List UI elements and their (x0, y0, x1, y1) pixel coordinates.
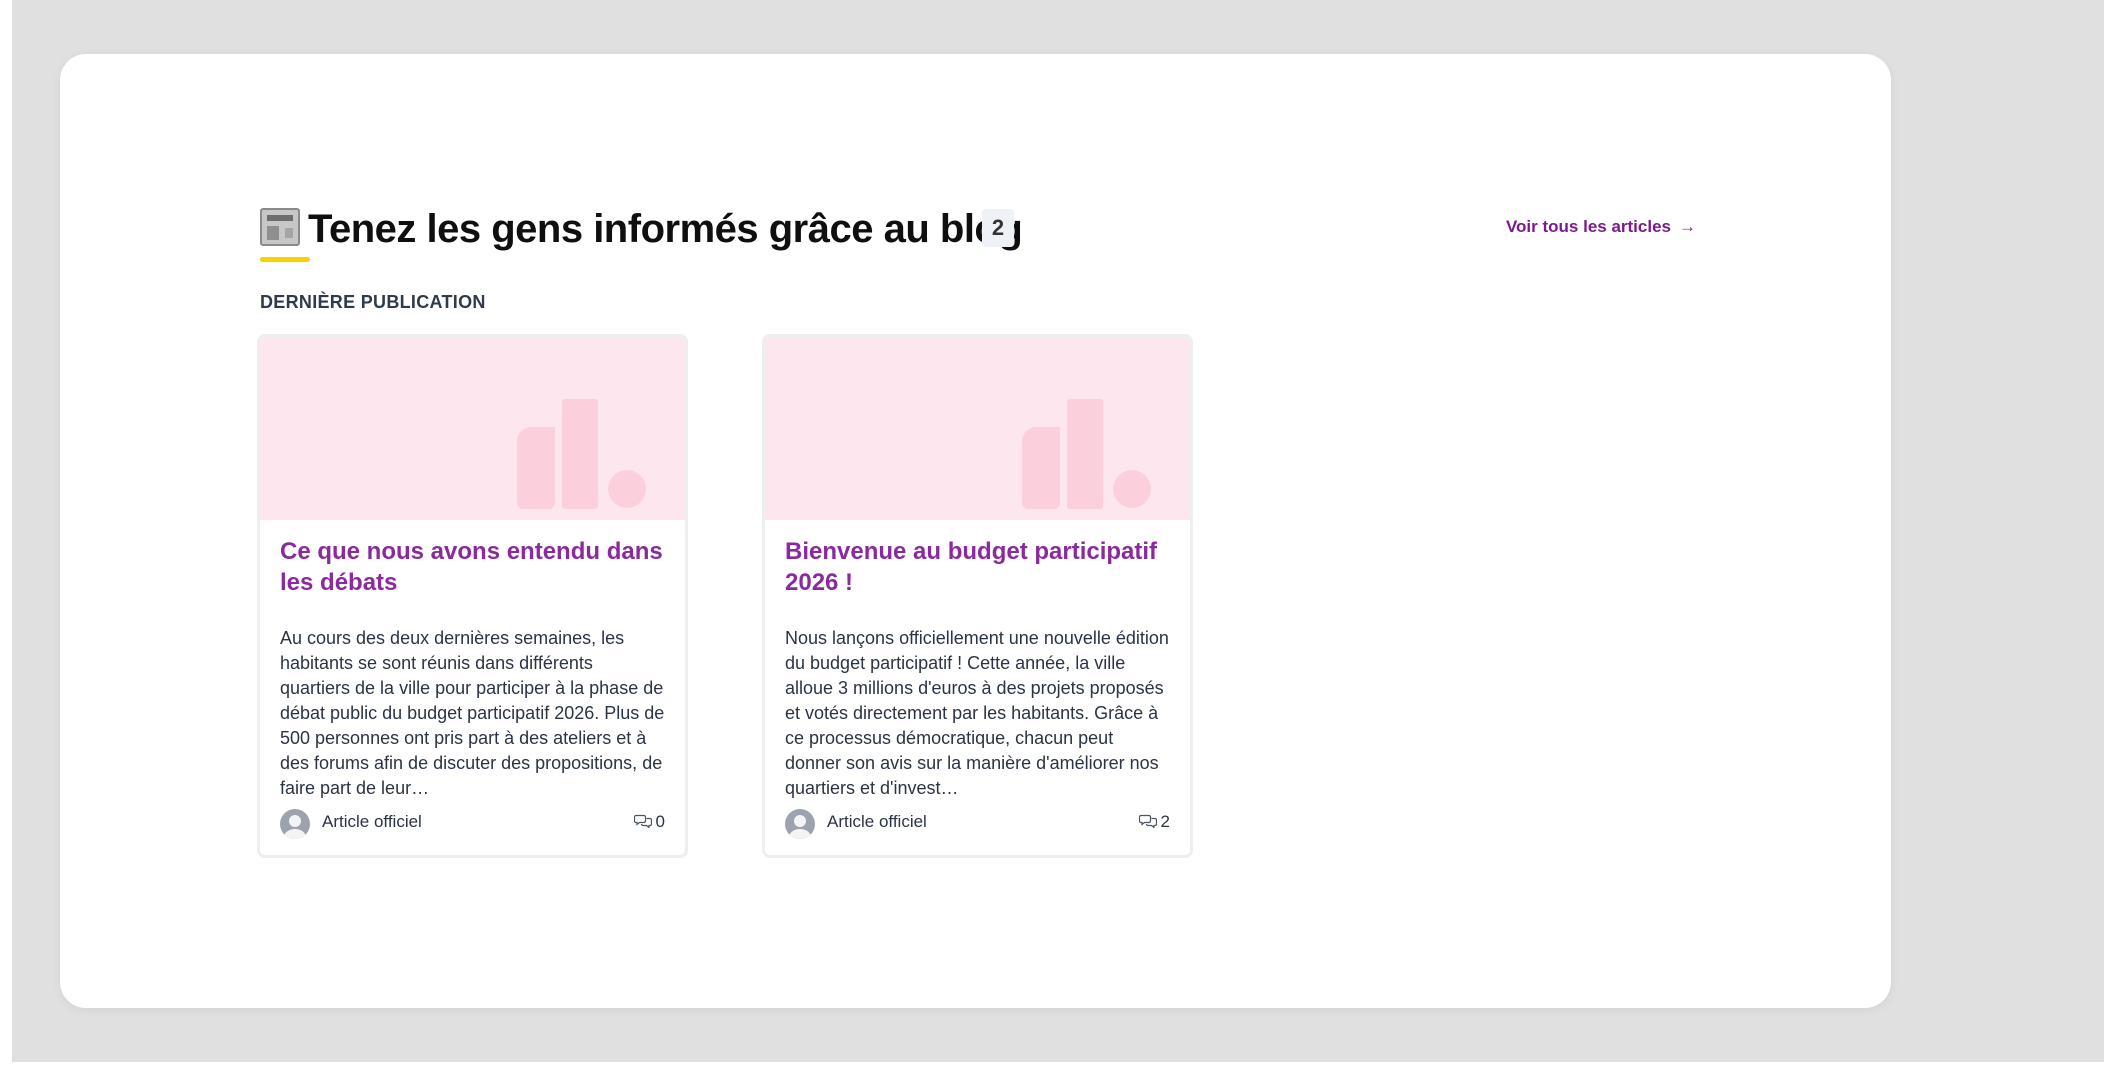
placeholder-logo-dot (1113, 470, 1151, 508)
placeholder-logo-bar (562, 399, 598, 509)
comments-icon (633, 814, 652, 828)
comment-count[interactable]: 0 (633, 812, 665, 832)
article-image-placeholder (260, 337, 685, 520)
comment-count-value: 2 (1160, 812, 1170, 831)
blog-header: Tenez les gens informés grâce au blog 2 … (260, 205, 1696, 265)
comment-count[interactable]: 2 (1138, 812, 1170, 832)
article-excerpt: Nous lançons officiellement une nouvelle… (785, 628, 1169, 798)
placeholder-logo-dot (608, 470, 646, 508)
article-footer: Article officiel 0 (280, 808, 665, 840)
article-excerpt: Au cours des deux dernières semaines, le… (280, 628, 665, 798)
article-author: Article officiel (827, 812, 927, 831)
comments-icon (1138, 814, 1157, 828)
comment-count-value: 0 (655, 812, 665, 831)
section-title: Tenez les gens informés grâce au blog (308, 207, 1023, 251)
placeholder-logo-icon (1022, 427, 1060, 509)
article-title[interactable]: Ce que nous avons entendu dans les débat… (280, 536, 665, 608)
avatar (280, 809, 310, 839)
article-author: Article officiel (322, 812, 422, 831)
title-underline (260, 257, 310, 262)
see-all-articles-link[interactable]: Voir tous les articles → (1506, 215, 1696, 239)
arrow-right-icon: → (1679, 217, 1696, 236)
see-all-label: Voir tous les articles (1505, 217, 1671, 236)
article-title[interactable]: Bienvenue au budget participatif 2026 ! (785, 536, 1170, 608)
placeholder-logo-bar (1067, 399, 1103, 509)
article-footer: Article officiel 2 (785, 808, 1170, 840)
placeholder-logo-icon (517, 427, 555, 509)
newspaper-icon (260, 208, 300, 246)
article-card[interactable]: Bienvenue au budget participatif 2026 ! … (762, 334, 1193, 858)
latest-publication-label: DERNIÈRE PUBLICATION (260, 292, 486, 312)
avatar (785, 809, 815, 839)
article-card[interactable]: Ce que nous avons entendu dans les débat… (257, 334, 688, 858)
article-count-badge: 2 (982, 209, 1014, 247)
article-image-placeholder (765, 337, 1190, 520)
